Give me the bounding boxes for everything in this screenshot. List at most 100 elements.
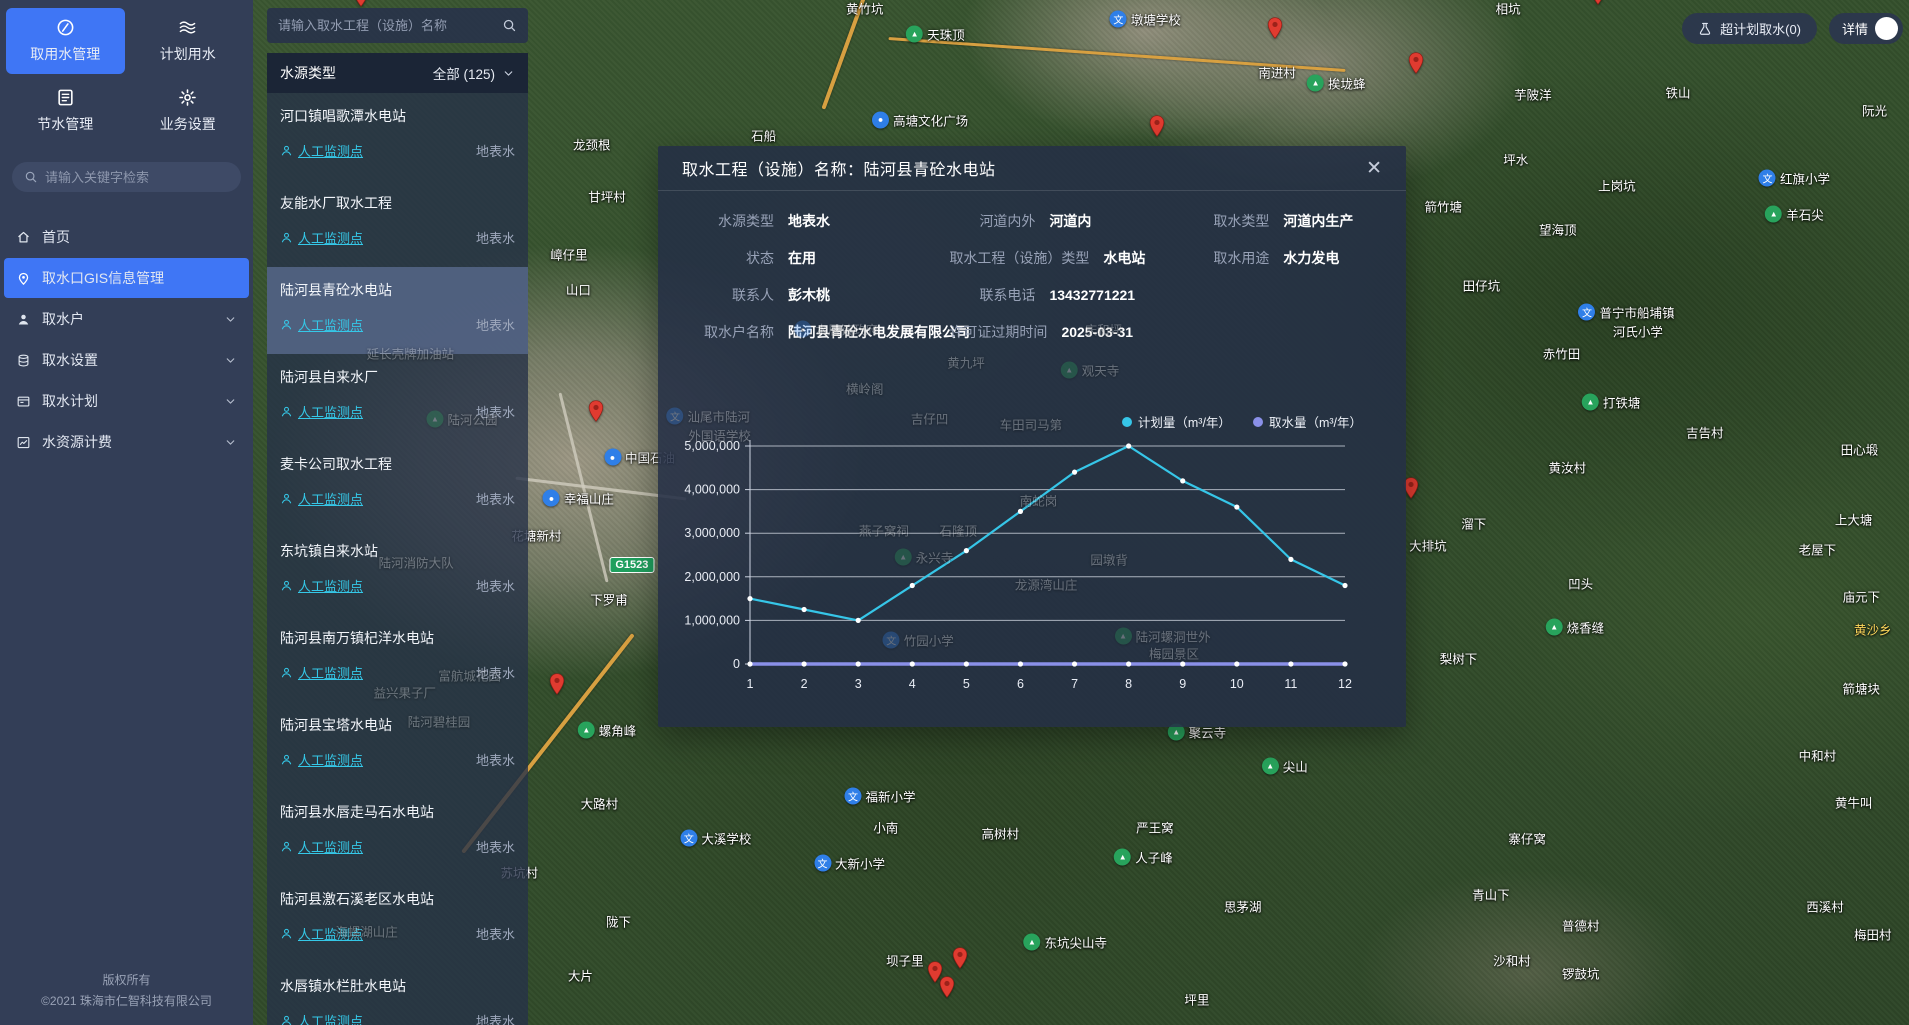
- list-item[interactable]: 陆河县宝塔水电站人工监测点地表水: [267, 702, 528, 789]
- field-value: 地表水: [788, 213, 830, 229]
- menu-label: 取水设置: [42, 350, 98, 370]
- map-pin-icon[interactable]: [952, 947, 968, 974]
- map-label-text: 芋陂洋: [1514, 85, 1552, 104]
- list-item[interactable]: 陆河县青砼水电站人工监测点地表水: [267, 267, 528, 354]
- monitor-tag[interactable]: 人工监测点: [280, 663, 363, 682]
- app-tab-water-saving[interactable]: 节水管理: [6, 78, 125, 144]
- map-pin-icon[interactable]: [588, 400, 604, 427]
- map-pin-icon[interactable]: [549, 673, 565, 700]
- person-icon: [280, 231, 293, 244]
- map-label-text: 梅田村: [1854, 924, 1892, 943]
- field-value: 水电站: [1103, 250, 1145, 266]
- map-label: ▲人子峰: [1114, 847, 1173, 866]
- map-label-text: 上岗坑: [1598, 175, 1636, 194]
- list-item[interactable]: 友能水厂取水工程人工监测点地表水: [267, 180, 528, 267]
- field-row: 水源类型地表水河道内外河道内取水类型河道内生产: [688, 211, 1376, 231]
- facility-name: 陆河县水唇走马石水电站: [280, 802, 515, 822]
- monitor-tag[interactable]: 人工监测点: [280, 402, 363, 421]
- map-label-text: 甘坪村: [588, 186, 626, 205]
- app-tab-label: 节水管理: [37, 114, 93, 134]
- map-label: ▲尖山: [1262, 756, 1308, 775]
- legend-item[interactable]: 计划量（m³/年）: [1122, 412, 1231, 431]
- map-pin-icon[interactable]: [1267, 17, 1283, 44]
- facility-name: 陆河县南万镇杞洋水电站: [280, 628, 515, 648]
- facility-list-panel: 水源类型 全部 (125) 河口镇唱歌潭水电站人工监测点地表水友能水厂取水工程人…: [267, 53, 528, 1025]
- field-row: 取水户名称陆河县青砼水电发展有限公司许可证过期时间2025-03-31: [688, 322, 1376, 342]
- list-item[interactable]: 麦卡公司取水工程人工监测点地表水: [267, 441, 528, 528]
- field-value: 水力发电: [1283, 250, 1339, 266]
- school-icon: 文: [883, 631, 900, 648]
- map-label-text: 龙颈根: [573, 134, 611, 153]
- map-label: 燕子窝祠: [859, 520, 909, 539]
- menu-label: 取水户: [42, 309, 84, 329]
- map-label: 文红旗小学: [1759, 169, 1830, 188]
- sidebar-item-3[interactable]: 取水设置: [4, 340, 249, 380]
- list-item[interactable]: 河口镇唱歌潭水电站人工监测点地表水: [267, 93, 528, 180]
- copyright: 版权所有 ©2021 珠海市仁智科技有限公司: [0, 960, 253, 1025]
- map-label-text: 庙元下: [1843, 586, 1881, 605]
- keyword-search-input[interactable]: [45, 170, 229, 185]
- map-label: ▲螺角峰: [578, 720, 637, 739]
- sidebar-item-4[interactable]: 取水计划: [4, 381, 249, 421]
- legend-item[interactable]: 取水量（m³/年）: [1253, 412, 1362, 431]
- legend-dot: [1253, 417, 1263, 427]
- chevron-down-icon: [224, 354, 237, 367]
- school-icon: 文: [814, 855, 831, 872]
- nature-poi-icon: ▲: [1023, 933, 1040, 950]
- map-pin-icon[interactable]: [939, 976, 955, 1003]
- list-item[interactable]: 陆河县水唇走马石水电站人工监测点地表水: [267, 789, 528, 876]
- facility-search-input[interactable]: [278, 18, 502, 33]
- modal-fields: 水源类型地表水河道内外河道内取水类型河道内生产状态在用取水工程（设施）类型水电站…: [658, 191, 1406, 342]
- svg-text:3: 3: [855, 677, 862, 691]
- map-label: ●幸福山庄: [543, 489, 614, 508]
- search-icon[interactable]: [502, 18, 517, 33]
- map-label-text: 陆河公园: [447, 410, 497, 429]
- map-label: 坪水: [1503, 149, 1528, 168]
- water-source-type: 地表水: [476, 489, 515, 508]
- sidebar-item-2[interactable]: 取水户: [4, 299, 249, 339]
- monitor-tag[interactable]: 人工监测点: [280, 141, 363, 160]
- map-label-text: 延长壳牌加油站: [367, 343, 455, 362]
- map-label: 南蛇岗: [1020, 491, 1058, 510]
- over-plan-water-button[interactable]: 超计划取水(0): [1682, 13, 1817, 44]
- sidebar-item-5[interactable]: 水资源计费: [4, 422, 249, 462]
- map-label-text: 黄沙乡: [1854, 620, 1892, 639]
- app-tab-water-use-management[interactable]: 取用水管理: [6, 8, 125, 74]
- facility-name: 河口镇唱歌潭水电站: [280, 106, 515, 126]
- monitor-tag[interactable]: 人工监测点: [280, 489, 363, 508]
- map-label: 坝子里: [886, 951, 924, 970]
- filter-dropdown[interactable]: 全部 (125): [433, 63, 515, 83]
- list-item[interactable]: 东坑镇自来水站人工监测点地表水: [267, 528, 528, 615]
- sidebar-item-1[interactable]: 取水口GIS信息管理: [4, 258, 249, 298]
- map-pin-icon[interactable]: [1149, 115, 1165, 142]
- map-pin-icon[interactable]: [1590, 0, 1606, 10]
- map-label: 大排坑: [1409, 536, 1447, 555]
- monitor-tag[interactable]: 人工监测点: [280, 228, 363, 247]
- map-label: 相坑: [1496, 0, 1521, 18]
- app-tab-business-settings[interactable]: 业务设置: [129, 78, 248, 144]
- svg-text:5: 5: [963, 677, 970, 691]
- monitor-tag[interactable]: 人工监测点: [280, 750, 363, 769]
- app-tab-planned-water[interactable]: 计划用水: [129, 8, 248, 74]
- map-label-text: 坝子里: [886, 951, 924, 970]
- sidebar-item-0[interactable]: 首页: [4, 217, 249, 257]
- map-label: 南进村: [1258, 62, 1296, 81]
- map-label-text: 山口: [566, 280, 591, 299]
- monitor-tag[interactable]: 人工监测点: [280, 576, 363, 595]
- list-item[interactable]: 陆河县激石溪老区水电站人工监测点地表水: [267, 876, 528, 963]
- monitor-tag[interactable]: 人工监测点: [280, 315, 363, 334]
- map-label: 箭竹塘: [1424, 197, 1462, 216]
- map-label-text: 庆和坪: [1085, 320, 1123, 339]
- map-label: 箭塘块: [1843, 678, 1881, 697]
- facility-search[interactable]: [267, 8, 528, 43]
- monitor-tag[interactable]: 人工监测点: [280, 1011, 363, 1025]
- document-icon: [56, 88, 75, 107]
- map-pin-icon[interactable]: [1408, 52, 1424, 79]
- toggle-knob[interactable]: [1875, 17, 1898, 40]
- details-toggle[interactable]: 详情: [1829, 13, 1903, 44]
- list-item[interactable]: 水唇镇水栏肚水电站人工监测点地表水: [267, 963, 528, 1025]
- svg-text:9: 9: [1179, 677, 1186, 691]
- close-icon[interactable]: ✕: [1366, 159, 1382, 178]
- monitor-tag[interactable]: 人工监测点: [280, 837, 363, 856]
- keyword-search[interactable]: [12, 162, 241, 192]
